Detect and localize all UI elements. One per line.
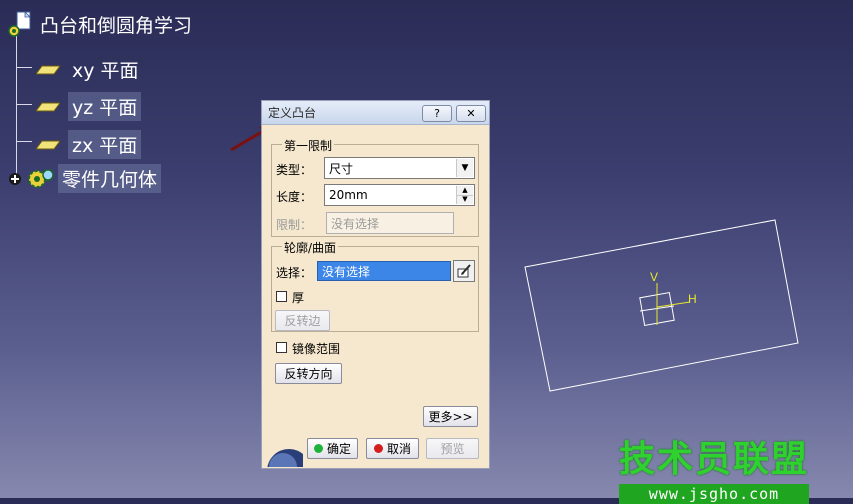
tree-item-label: xy 平面 [72, 60, 139, 82]
tree-item-part-body[interactable]: 零件几何体 [6, 164, 162, 193]
part-document-icon [6, 10, 36, 39]
profile-selection-field[interactable]: 没有选择 [317, 261, 451, 281]
ok-icon [313, 444, 323, 453]
mirror-extent-label: 镜像范围 [292, 342, 341, 356]
type-select-value: 尺寸 [329, 161, 354, 176]
type-select[interactable]: 尺寸 ▼ [324, 157, 475, 179]
plane-icon [36, 140, 60, 150]
dialog-titlebar[interactable]: 定义凸台 ? ✕ [262, 101, 489, 125]
ok-button-label: 确定 [326, 442, 351, 456]
tree-item-label: zx 平面 [68, 130, 142, 159]
plane-icon [36, 102, 60, 112]
limit-value: 没有选择 [331, 216, 380, 231]
length-spinner[interactable]: 20mm ▲ ▼ [324, 184, 475, 206]
limit-field: 没有选择 [326, 212, 454, 234]
thick-checkbox[interactable] [276, 291, 287, 302]
sketch-plane[interactable]: V H [520, 215, 805, 395]
spinner-arrows-icon[interactable]: ▲ ▼ [456, 186, 473, 204]
profile-selection-value: 没有选择 [322, 264, 371, 279]
close-button[interactable]: ✕ [456, 105, 486, 122]
globe-icon [263, 441, 303, 467]
select-label: 选择： [276, 266, 313, 280]
first-limit-legend: 第一限制 [282, 137, 335, 154]
tree-item-label: 零件几何体 [58, 164, 162, 193]
h-axis-label: H [688, 292, 697, 306]
cancel-button[interactable]: 取消 [366, 438, 419, 459]
type-label: 类型： [276, 163, 313, 177]
thick-label: 厚 [292, 291, 305, 305]
sketch-edit-icon[interactable] [453, 260, 475, 282]
expand-plus-icon[interactable] [6, 170, 24, 188]
watermark-url: www.jsgho.com [619, 484, 809, 504]
length-value: 20mm [329, 188, 368, 202]
tree-root[interactable]: 凸台和倒圆角学习 [6, 10, 196, 39]
profile-legend: 轮廓/曲面 [282, 239, 339, 256]
tree-item-label: yz 平面 [68, 92, 142, 121]
watermark: 技术员联盟 www.jsgho.com [619, 430, 809, 504]
chevron-down-icon[interactable]: ▼ [456, 159, 473, 177]
mirror-extent-checkbox[interactable] [276, 342, 287, 353]
tree-root-label: 凸台和倒圆角学习 [40, 15, 193, 37]
plane-icon [36, 65, 60, 75]
preview-button[interactable]: 预览 [426, 438, 479, 459]
v-axis-label: V [650, 270, 658, 284]
ok-button[interactable]: 确定 [307, 438, 358, 459]
reverse-side-button[interactable]: 反转边 [275, 310, 330, 331]
help-button[interactable]: ? [422, 105, 452, 122]
cancel-button-label: 取消 [386, 442, 411, 456]
tree-item-zx-plane[interactable]: zx 平面 [36, 130, 142, 159]
define-pad-dialog: 定义凸台 ? ✕ 第一限制 类型： 尺寸 ▼ 长度： 20mm ▲ ▼ 限制： 没… [261, 100, 490, 469]
cancel-icon [373, 444, 383, 453]
length-label: 长度： [276, 190, 313, 204]
dialog-title: 定义凸台 [268, 106, 317, 120]
reverse-direction-button[interactable]: 反转方向 [275, 363, 342, 384]
more-button[interactable]: 更多>> [423, 406, 478, 427]
tree-item-yz-plane[interactable]: yz 平面 [36, 92, 142, 121]
specification-tree: 凸台和倒圆角学习 xy 平面 yz 平面 zx 平面 零件几何体 [0, 0, 260, 200]
part-body-gear-icon [24, 165, 56, 193]
tree-item-xy-plane[interactable]: xy 平面 [36, 55, 143, 84]
limit-label: 限制： [276, 218, 313, 232]
watermark-title: 技术员联盟 [619, 439, 810, 480]
